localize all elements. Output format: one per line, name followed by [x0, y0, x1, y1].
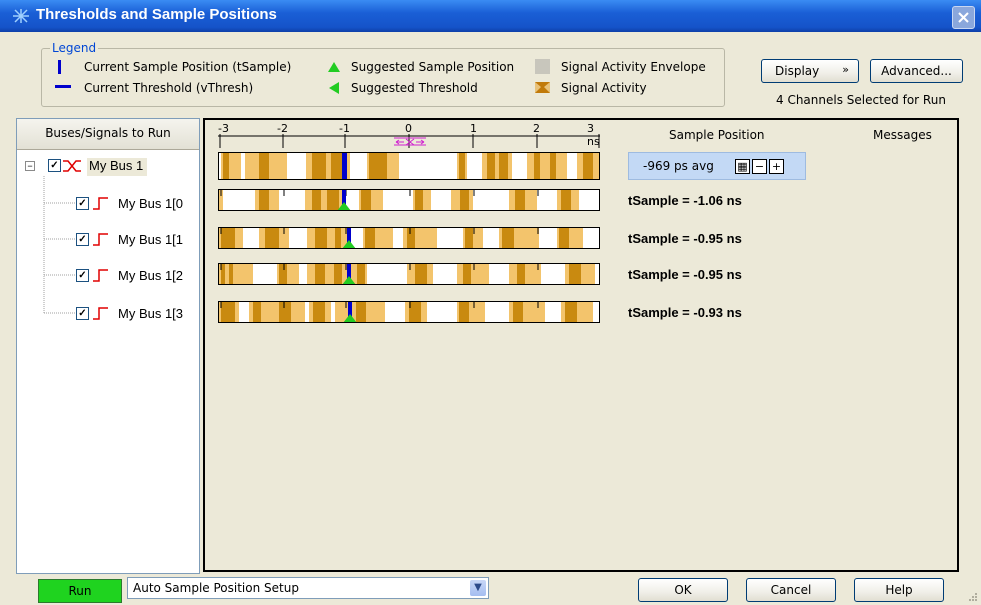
setup-mode-value: Auto Sample Position Setup — [133, 581, 299, 595]
close-icon — [958, 12, 969, 23]
title-bar[interactable]: Thresholds and Sample Positions — [0, 0, 981, 32]
sample-position-header: Sample Position — [669, 128, 765, 142]
tsample-value: tSample = -0.95 ns — [628, 231, 742, 246]
signal-activity-graph — [219, 228, 583, 248]
tree-item-bus[interactable]: − ✓ My Bus 1 — [17, 155, 199, 177]
rising-edge-icon — [93, 197, 108, 210]
ok-button[interactable]: OK — [638, 578, 728, 602]
scale-ticks — [218, 134, 600, 148]
tree-item-signal[interactable]: ✓ My Bus 1[2 — [17, 265, 199, 287]
gray-square-icon — [535, 59, 550, 74]
signal-eye-row[interactable] — [218, 263, 600, 285]
signal-label: My Bus 1[0 — [118, 196, 184, 211]
time-scale: -3 -2 -1 0 1 2 3 ns — [218, 122, 600, 150]
signal-activity-graph — [219, 153, 599, 179]
cancel-button[interactable]: Cancel — [746, 578, 836, 602]
decrement-button[interactable]: − — [752, 159, 767, 174]
tree-item-signal[interactable]: ✓ My Bus 1[3 — [17, 303, 199, 325]
legend-item-suggested-threshold: Suggested Threshold — [351, 81, 478, 95]
signal-label: My Bus 1[3 — [118, 306, 184, 321]
signal-activity-graph — [219, 302, 593, 322]
app-logo-icon — [13, 9, 29, 23]
collapse-icon[interactable]: − — [25, 161, 35, 171]
bus-label: My Bus 1 — [87, 158, 148, 176]
tsample-value: tSample = -0.95 ns — [628, 267, 742, 282]
chevron-down-icon[interactable]: ▼ — [470, 580, 486, 596]
signal-label: My Bus 1[1 — [118, 232, 184, 247]
signal-activity-graph — [219, 264, 595, 284]
legend-item-threshold: Current Threshold (vThresh) — [84, 81, 254, 95]
calculator-icon[interactable]: ▦ — [735, 159, 750, 174]
rising-edge-icon — [93, 269, 108, 282]
tree-header: Buses/Signals to Run — [17, 119, 199, 150]
display-label: Display — [775, 64, 820, 78]
increment-button[interactable]: + — [769, 159, 784, 174]
gold-hourglass-icon — [535, 82, 550, 93]
legend-item-envelope: Signal Activity Envelope — [561, 60, 706, 74]
vertical-blue-bar-icon — [58, 60, 61, 74]
signal-checkbox[interactable]: ✓ — [76, 269, 89, 282]
legend-title: Legend — [50, 41, 99, 55]
sample-position-control: -969 ps avg ▦ − + — [628, 152, 806, 180]
rising-edge-icon — [93, 307, 108, 320]
signal-checkbox[interactable]: ✓ — [76, 307, 89, 320]
signal-eye-row[interactable] — [218, 227, 600, 249]
advanced-button[interactable]: Advanced... — [870, 59, 963, 83]
bus-signal-icon — [63, 160, 81, 172]
channels-selected-text: 4 Channels Selected for Run — [776, 93, 946, 107]
thresholds-dialog: Thresholds and Sample Positions Legend C… — [0, 0, 981, 605]
eye-scan-panel — [203, 118, 959, 572]
green-left-triangle-icon — [329, 82, 339, 94]
tree-item-signal[interactable]: ✓ My Bus 1[1 — [17, 229, 199, 251]
legend-group: Legend Current Sample Position (tSample)… — [41, 41, 725, 107]
signal-label: My Bus 1[2 — [118, 268, 184, 283]
legend-item-sample-position: Current Sample Position (tSample) — [84, 60, 292, 74]
legend-item-activity: Signal Activity — [561, 81, 647, 95]
display-button[interactable]: Display » — [761, 59, 859, 83]
tsample-value: tSample = -1.06 ns — [628, 193, 742, 208]
legend-item-suggested-sample: Suggested Sample Position — [351, 60, 515, 74]
sample-avg-value: -969 ps avg — [643, 159, 714, 173]
signal-eye-row[interactable] — [218, 301, 600, 323]
signals-tree-panel: Buses/Signals to Run − ✓ My Bus 1 ✓ My B… — [16, 118, 200, 574]
resize-grip-icon[interactable] — [967, 591, 977, 601]
tree-item-signal[interactable]: ✓ My Bus 1[0 — [17, 193, 199, 215]
horizontal-blue-bar-icon — [55, 85, 71, 88]
bus-checkbox[interactable]: ✓ — [48, 159, 61, 172]
green-up-triangle-icon — [328, 62, 340, 72]
signal-activity-graph — [219, 190, 579, 210]
bus-eye-row[interactable] — [218, 152, 600, 180]
setup-mode-select[interactable]: Auto Sample Position Setup ▼ — [127, 577, 489, 599]
help-button[interactable]: Help — [854, 578, 944, 602]
messages-header: Messages — [873, 128, 932, 142]
double-chevron-down-icon: » — [842, 63, 849, 76]
signal-eye-row[interactable] — [218, 189, 600, 211]
window-title: Thresholds and Sample Positions — [36, 6, 277, 23]
close-button[interactable] — [952, 6, 975, 29]
tsample-value: tSample = -0.93 ns — [628, 305, 742, 320]
rising-edge-icon — [93, 233, 108, 246]
signal-checkbox[interactable]: ✓ — [76, 233, 89, 246]
signal-checkbox[interactable]: ✓ — [76, 197, 89, 210]
run-button[interactable]: Run — [38, 579, 122, 603]
